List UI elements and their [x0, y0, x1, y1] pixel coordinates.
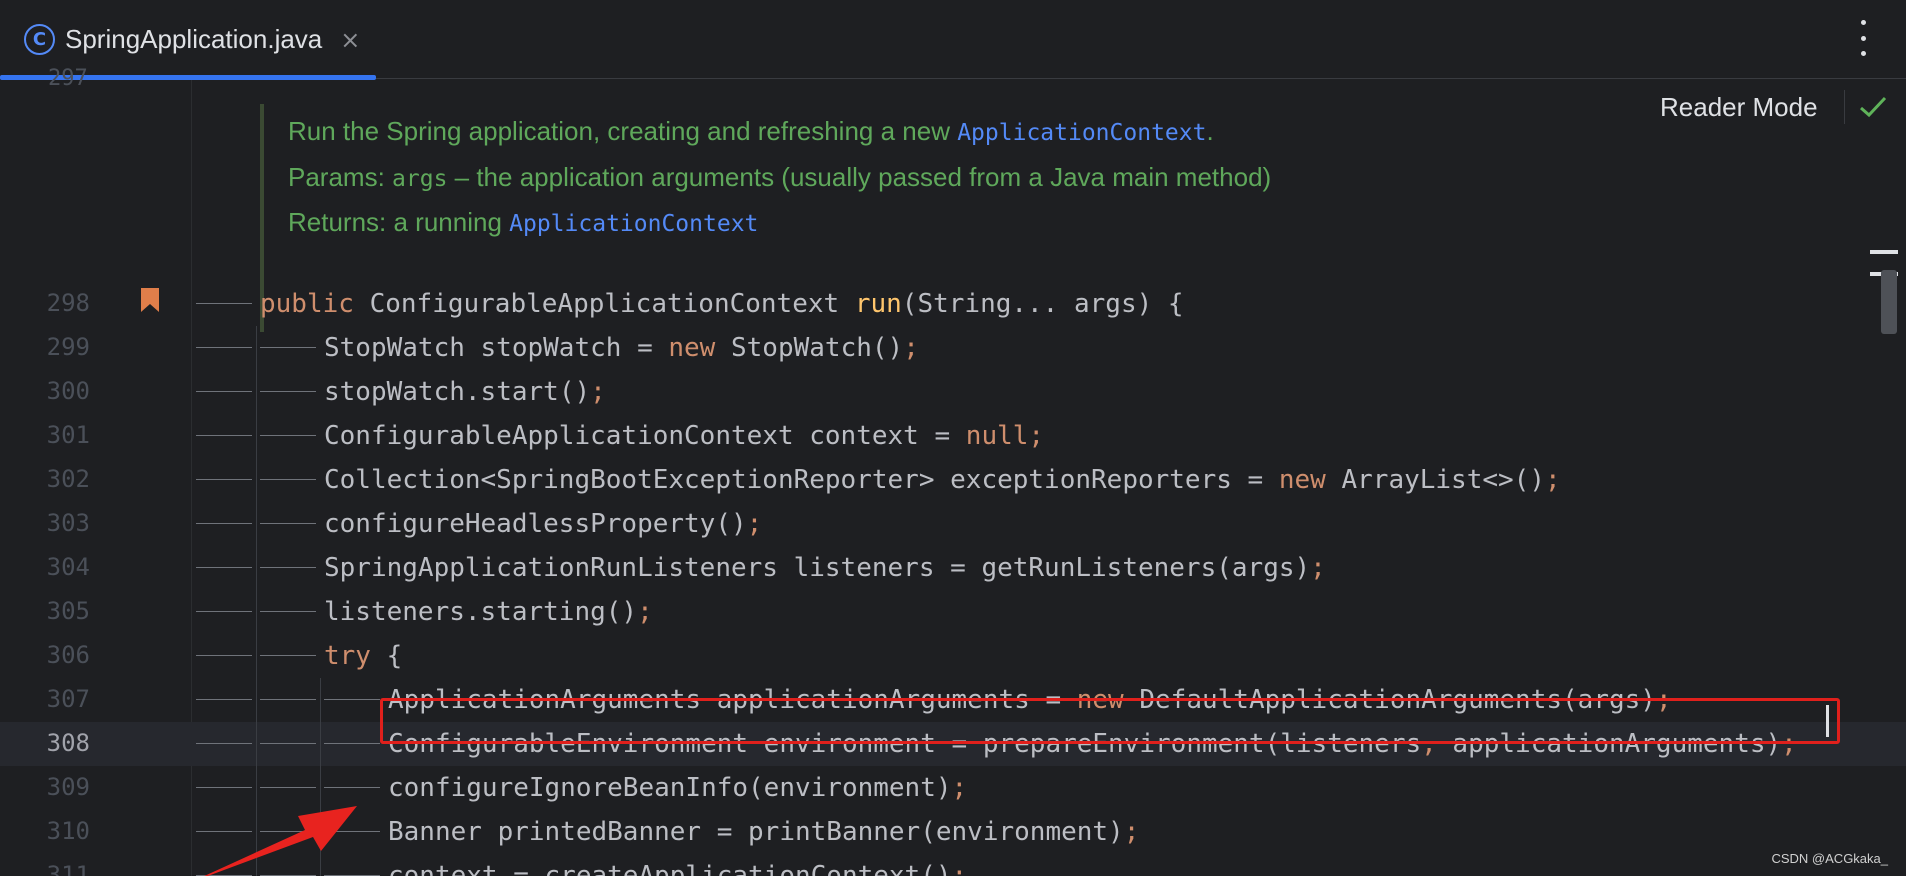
- indent-guide: [196, 347, 252, 348]
- doc-link[interactable]: ApplicationContext: [957, 120, 1206, 146]
- indent-guide: [260, 391, 316, 392]
- code-text[interactable]: configureHeadlessProperty();: [324, 509, 762, 539]
- indent-guide: [260, 655, 316, 656]
- code-text[interactable]: Collection<SpringBootExceptionReporter> …: [324, 465, 1561, 495]
- indent-guide: [196, 303, 252, 304]
- indent-guide: [324, 743, 380, 744]
- code-text[interactable]: SpringApplicationRunListeners listeners …: [324, 553, 1326, 583]
- code-text[interactable]: configureIgnoreBeanInfo(environment);: [388, 773, 967, 803]
- line-number[interactable]: 304: [0, 553, 90, 581]
- tab-title: SpringApplication.java: [65, 24, 323, 54]
- bookmark-icon[interactable]: [140, 287, 160, 313]
- indent-guide: [196, 479, 252, 480]
- code-line[interactable]: 304 SpringApplicationRunListeners listene…: [0, 546, 1906, 590]
- code-line[interactable]: 299 StopWatch stopWatch = new StopWatch()…: [0, 326, 1906, 370]
- code-text[interactable]: ConfigurableApplicationContext context =…: [324, 421, 1044, 451]
- code-text[interactable]: StopWatch stopWatch = new StopWatch();: [324, 333, 919, 363]
- line-number[interactable]: 298: [0, 289, 90, 317]
- indent-guide: [196, 699, 252, 700]
- indent-guide: [196, 567, 252, 568]
- code-text[interactable]: try {: [324, 641, 402, 671]
- close-icon[interactable]: ×: [340, 26, 360, 54]
- reader-mode-divider: [1844, 90, 1845, 124]
- code-text[interactable]: context = createApplicationContext();: [388, 861, 967, 876]
- indent-guide: [260, 435, 316, 436]
- code-line[interactable]: 306 try {: [0, 634, 1906, 678]
- code-text[interactable]: public ConfigurableApplicationContext ru…: [260, 289, 1184, 319]
- indent-guide: [196, 743, 252, 744]
- check-icon[interactable]: [1858, 94, 1888, 120]
- highlight-annotation-box: [380, 698, 1840, 744]
- code-text[interactable]: stopWatch.start();: [324, 377, 606, 407]
- line-number[interactable]: 307: [0, 685, 90, 713]
- indent-guide: [196, 655, 252, 656]
- indent-guide: [260, 699, 316, 700]
- doc-params: Params: args – the application arguments…: [288, 162, 1272, 192]
- line-number[interactable]: 299: [0, 333, 90, 361]
- indent-guide: [196, 435, 252, 436]
- doc-returns: Returns: a running ApplicationContext: [288, 207, 759, 237]
- code-text[interactable]: Banner printedBanner = printBanner(envir…: [388, 817, 1139, 847]
- indent-guide: [260, 743, 316, 744]
- code-line[interactable]: 305 listeners.starting();: [0, 590, 1906, 634]
- line-number[interactable]: 308: [0, 729, 90, 757]
- line-number[interactable]: 305: [0, 597, 90, 625]
- watermark: CSDN @ACGkaka_: [1771, 851, 1888, 866]
- reader-mode-button[interactable]: Reader Mode: [1660, 92, 1818, 123]
- line-number[interactable]: 303: [0, 509, 90, 537]
- doc-summary: Run the Spring application, creating and…: [288, 116, 1214, 146]
- indent-guide: [260, 347, 316, 348]
- indent-guide: [196, 523, 252, 524]
- code-line[interactable]: 300 stopWatch.start();: [0, 370, 1906, 414]
- line-number-partial: 297: [48, 66, 88, 91]
- line-number[interactable]: 306: [0, 641, 90, 669]
- indent-guide: [260, 611, 316, 612]
- code-editor[interactable]: 297 Run the Spring application, creating…: [0, 66, 1906, 876]
- text-caret: [1826, 705, 1829, 737]
- indent-guide: [324, 699, 380, 700]
- annotation-arrow: [204, 806, 357, 876]
- indent-guide: [260, 567, 316, 568]
- line-number[interactable]: 302: [0, 465, 90, 493]
- editor-tab-bar: C SpringApplication.java ×: [0, 0, 1906, 80]
- code-line[interactable]: 298 public ConfigurableApplicationContext…: [0, 282, 1906, 326]
- line-number[interactable]: 311: [0, 861, 90, 876]
- more-vertical-icon[interactable]: [1858, 20, 1868, 56]
- indent-guide: [260, 479, 316, 480]
- line-number[interactable]: 309: [0, 773, 90, 801]
- code-line[interactable]: 303 configureHeadlessProperty();: [0, 502, 1906, 546]
- code-line[interactable]: 301 ConfigurableApplicationContext contex…: [0, 414, 1906, 458]
- class-icon: C: [24, 24, 55, 55]
- line-number[interactable]: 301: [0, 421, 90, 449]
- indent-guide: [196, 391, 252, 392]
- indent-guide: [260, 523, 316, 524]
- indent-guide: [196, 611, 252, 612]
- code-line[interactable]: 302 Collection<SpringBootExceptionReporte…: [0, 458, 1906, 502]
- doc-link[interactable]: ApplicationContext: [509, 211, 758, 237]
- code-text[interactable]: listeners.starting();: [324, 597, 653, 627]
- line-number[interactable]: 300: [0, 377, 90, 405]
- line-number[interactable]: 310: [0, 817, 90, 845]
